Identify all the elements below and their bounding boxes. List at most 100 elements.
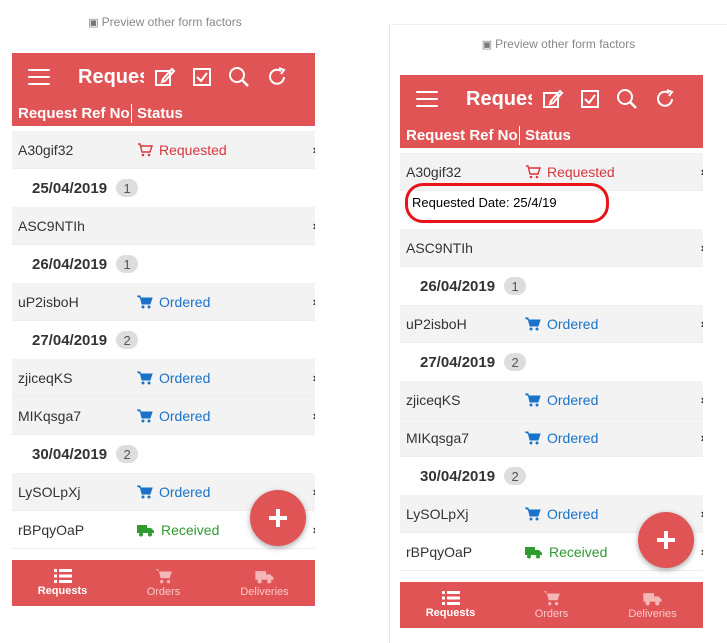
status-text: Ordered: [159, 483, 211, 500]
tab-orders[interactable]: Orders: [501, 582, 602, 628]
count-badge: 1: [504, 277, 527, 295]
app-bar: Requests: [12, 53, 315, 101]
chevron-right-icon: ›: [313, 218, 315, 233]
tab-orders[interactable]: Orders: [113, 560, 214, 606]
tab-requests[interactable]: Requests: [12, 560, 113, 606]
table-row[interactable]: MIKqsga7 Ordered ›: [12, 397, 315, 435]
status-cell: Ordered: [525, 506, 598, 522]
table-row[interactable]: uP2isboH Ordered ›: [400, 305, 703, 343]
status-cell: Ordered: [137, 408, 210, 424]
status-text: Requested: [547, 163, 615, 180]
status-cell: Ordered: [525, 392, 598, 408]
truck-icon: [137, 524, 154, 536]
chevron-right-icon: ›: [701, 392, 703, 407]
count-badge: 2: [504, 353, 527, 371]
chevron-right-icon: ›: [313, 484, 315, 499]
search-icon[interactable]: [228, 66, 250, 88]
status-cell: Ordered: [137, 370, 210, 386]
bottom-tab-bar: Requests Orders Deliveries: [12, 560, 315, 606]
phone-screen: Requests Request Ref No Status A30gif32 R…: [400, 75, 703, 629]
status-cell: Received: [525, 544, 607, 560]
table-row[interactable]: MIKqsga7 Ordered ›: [400, 419, 703, 457]
refresh-icon[interactable]: [266, 66, 288, 88]
ref-cell: ASC9NTIh: [406, 239, 473, 256]
group-header[interactable]: 25/04/2019 1: [12, 169, 315, 207]
group-date: 27/04/2019: [420, 353, 496, 371]
group-date: 27/04/2019: [32, 331, 108, 349]
status-cell: Ordered: [137, 484, 210, 500]
table-row[interactable]: A30gif32 Requested ›: [12, 131, 315, 169]
status-text: Ordered: [159, 369, 211, 386]
ref-cell: MIKqsga7: [406, 429, 470, 446]
count-badge: 2: [116, 445, 139, 463]
ref-cell: zjiceqKS: [406, 391, 461, 408]
status-cell: Ordered: [525, 316, 598, 332]
status-cell: Received: [137, 522, 219, 538]
edit-icon[interactable]: [542, 88, 564, 110]
chevron-right-icon: ›: [701, 506, 703, 521]
tab-label: Requests: [425, 607, 476, 619]
ref-cell: zjiceqKS: [18, 369, 73, 386]
cart-icon: [525, 393, 541, 406]
preview-label[interactable]: ▣ Preview other form factors: [390, 37, 727, 51]
count-badge: 1: [116, 179, 139, 197]
cart-icon: [542, 591, 560, 606]
page-title: Requests: [78, 65, 144, 88]
tab-deliveries[interactable]: Deliveries: [602, 582, 703, 628]
status-cell: Requested: [525, 164, 615, 180]
table-row[interactable]: zjiceqKS Ordered ›: [400, 381, 703, 419]
plus-icon: [657, 531, 675, 549]
add-button[interactable]: [638, 512, 694, 568]
group-date: 30/04/2019: [420, 467, 496, 485]
table-row[interactable]: ASC9NTIh ›: [12, 207, 315, 245]
ref-cell: rBPqyOaP: [18, 521, 85, 538]
tab-label: Deliveries: [240, 585, 289, 598]
column-ref[interactable]: Request Ref No: [400, 126, 520, 145]
table-row[interactable]: ASC9NTIh ›: [400, 229, 703, 267]
cart-icon: [137, 371, 153, 384]
menu-icon[interactable]: [416, 91, 438, 107]
search-icon[interactable]: [616, 88, 638, 110]
chevron-right-icon: ›: [313, 522, 315, 537]
table-row[interactable]: uP2isboH Ordered ›: [12, 283, 315, 321]
checkbox-icon[interactable]: [580, 89, 600, 109]
group-header[interactable]: 26/04/2019 1: [400, 267, 703, 305]
add-button[interactable]: [250, 490, 306, 546]
refresh-icon[interactable]: [654, 88, 676, 110]
checkbox-icon[interactable]: [192, 67, 212, 87]
preview-label[interactable]: ▣ Preview other form factors: [0, 15, 330, 29]
group-header[interactable]: 26/04/2019 1: [12, 245, 315, 283]
ref-cell: rBPqyOaP: [406, 543, 473, 560]
ref-cell: LySOLpXj: [406, 505, 469, 522]
column-status[interactable]: Status: [132, 105, 183, 122]
ref-cell: uP2isboH: [18, 293, 79, 310]
group-header[interactable]: 27/04/2019 2: [400, 343, 703, 381]
ref-cell: MIKqsga7: [18, 407, 82, 424]
status-text: Received: [549, 543, 608, 560]
status-text: Ordered: [547, 391, 599, 408]
chevron-right-icon: ›: [701, 164, 703, 179]
cart-icon: [525, 507, 541, 520]
table-row[interactable]: zjiceqKS Ordered ›: [12, 359, 315, 397]
status-text: Ordered: [547, 429, 599, 446]
column-ref[interactable]: Request Ref No: [12, 104, 132, 123]
phone-screen: Requests Request Ref No Status A30gif32 R…: [12, 53, 315, 607]
tab-requests[interactable]: Requests: [400, 582, 501, 628]
column-status[interactable]: Status: [520, 127, 571, 144]
truck-icon: [254, 570, 274, 583]
bottom-tab-bar: Requests Orders Deliveries: [400, 582, 703, 628]
edit-icon[interactable]: [154, 66, 176, 88]
ref-cell: uP2isboH: [406, 315, 467, 332]
group-header[interactable]: 30/04/2019 2: [400, 457, 703, 495]
group-header[interactable]: 27/04/2019 2: [12, 321, 315, 359]
chevron-right-icon: ›: [701, 240, 703, 255]
menu-icon[interactable]: [28, 69, 50, 85]
app-bar: Requests: [400, 75, 703, 123]
highlight-oval: [405, 183, 609, 223]
tab-deliveries[interactable]: Deliveries: [214, 560, 315, 606]
chevron-right-icon: ›: [313, 408, 315, 423]
count-badge: 1: [116, 255, 139, 273]
chevron-right-icon: ›: [701, 316, 703, 331]
count-badge: 2: [116, 331, 139, 349]
group-header[interactable]: 30/04/2019 2: [12, 435, 315, 473]
